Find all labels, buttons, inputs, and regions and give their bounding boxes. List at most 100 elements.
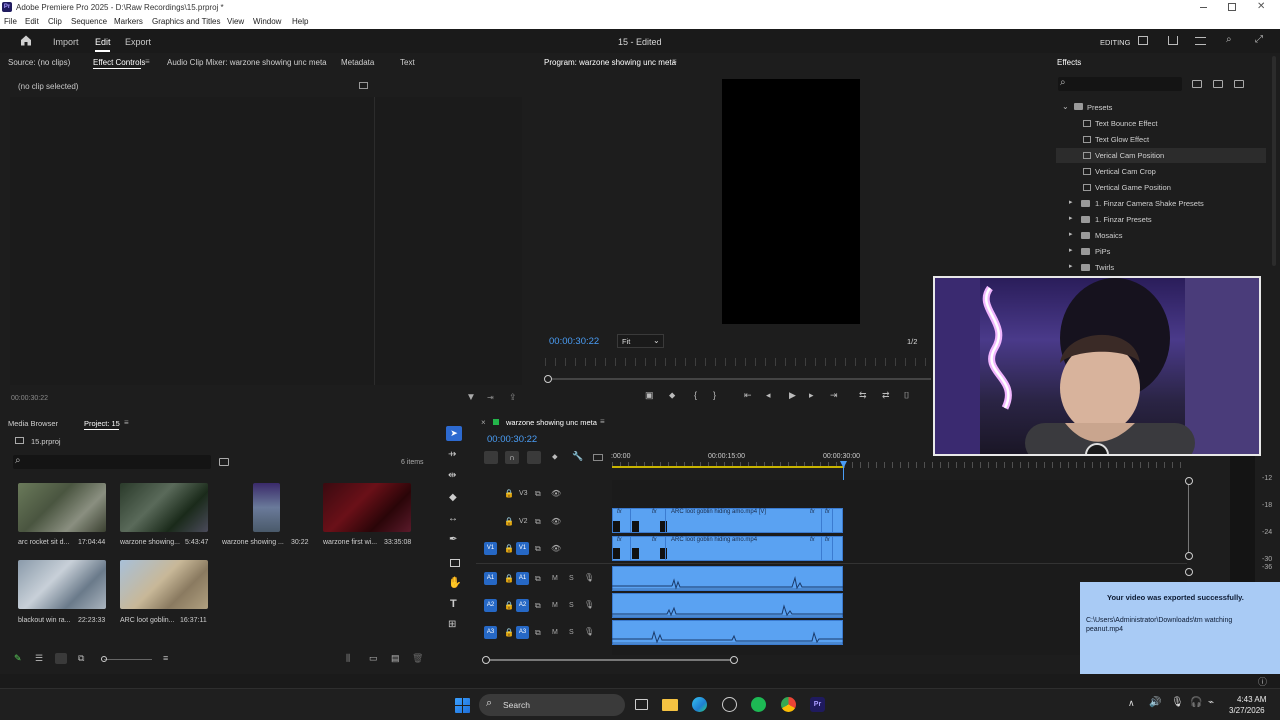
- quick-export-icon[interactable]: [1195, 37, 1206, 45]
- mark-in-icon[interactable]: {: [694, 390, 697, 400]
- task-view-icon[interactable]: [635, 699, 648, 710]
- source-patch-a3[interactable]: A3: [484, 626, 497, 639]
- home-icon[interactable]: [20, 35, 32, 46]
- chrome-icon[interactable]: [781, 697, 796, 712]
- audio-scroll-handle[interactable]: [1185, 568, 1193, 576]
- folder-chevron-icon[interactable]: ▸: [1069, 198, 1073, 206]
- program-timecode[interactable]: 00:00:30:22: [549, 336, 599, 347]
- icon-view-icon[interactable]: [55, 653, 67, 664]
- lock-icon[interactable]: 🔒: [504, 517, 514, 526]
- share-icon[interactable]: [1168, 36, 1178, 45]
- tab-source[interactable]: Source: (no clips): [8, 58, 70, 67]
- project-item-thumbnail[interactable]: [253, 483, 280, 532]
- menu-clip[interactable]: Clip: [48, 17, 62, 26]
- yuv-effects-icon[interactable]: [1234, 80, 1244, 88]
- project-item-thumbnail[interactable]: [18, 560, 106, 609]
- captions-icon[interactable]: [593, 454, 603, 461]
- taskbar-search[interactable]: ⌕ Search: [479, 694, 625, 716]
- preset-text-glow[interactable]: Text Glow Effect: [1095, 135, 1149, 144]
- fx-badge[interactable]: fx: [617, 509, 622, 515]
- microphone-icon[interactable]: 🎙: [1171, 697, 1184, 708]
- spotify-icon[interactable]: [751, 697, 766, 712]
- fullscreen-icon[interactable]: ⤢: [1255, 34, 1263, 45]
- sync-lock-icon[interactable]: ⧉: [535, 544, 541, 554]
- track-target-v1[interactable]: V1: [516, 542, 529, 555]
- filter-icon[interactable]: ▼: [466, 392, 476, 403]
- lock-icon[interactable]: 🔒: [504, 601, 514, 610]
- tab-import[interactable]: Import: [53, 37, 79, 47]
- sequence-tab[interactable]: warzone showing unc meta: [506, 418, 597, 427]
- scroll-handle-bottom[interactable]: [1185, 552, 1193, 560]
- mute-button[interactable]: M: [552, 629, 558, 636]
- steam-icon[interactable]: [722, 697, 737, 712]
- accelerated-effects-icon[interactable]: [1213, 80, 1223, 88]
- export-frame-icon[interactable]: ⌷: [904, 390, 909, 401]
- menu-markers[interactable]: Markers: [114, 17, 143, 26]
- workspaces-icon[interactable]: [1138, 36, 1148, 45]
- workspace-label[interactable]: EDITING: [1100, 38, 1130, 47]
- source-patch-a2[interactable]: A2: [484, 599, 497, 612]
- project-item-name[interactable]: ARC loot goblin...: [120, 617, 174, 624]
- info-icon[interactable]: ⓘ: [1258, 675, 1267, 688]
- chevron-up-icon[interactable]: ∧: [1128, 698, 1135, 709]
- sort-icon[interactable]: ≡: [163, 653, 168, 663]
- list-view-icon[interactable]: ☰: [35, 653, 43, 664]
- play-only-audio-icon[interactable]: ⇥: [487, 393, 494, 402]
- fx-badge[interactable]: fx: [810, 537, 815, 543]
- snap-button[interactable]: ∩: [505, 451, 519, 464]
- track-select-tool-icon[interactable]: ⇸: [448, 449, 456, 460]
- taskbar-date[interactable]: 3/27/2026: [1229, 706, 1265, 715]
- eye-icon[interactable]: 👁: [551, 544, 561, 553]
- track-target-a2[interactable]: A2: [516, 599, 529, 612]
- add-marker-icon[interactable]: ⬥: [669, 390, 675, 401]
- project-item-name[interactable]: blackout win ra...: [18, 617, 71, 624]
- caption-tool-icon[interactable]: ⊞: [448, 619, 456, 630]
- program-scrub-handle[interactable]: [544, 375, 552, 383]
- mute-button[interactable]: M: [552, 602, 558, 609]
- sync-lock-icon[interactable]: ⧉: [535, 517, 541, 527]
- new-bin-icon[interactable]: ▭: [369, 653, 378, 664]
- folder-mosaics[interactable]: Mosaics: [1095, 231, 1123, 240]
- lock-icon[interactable]: 🔒: [504, 628, 514, 637]
- zoom-slider-handle[interactable]: [101, 656, 107, 662]
- track-target-a1[interactable]: A1: [516, 572, 529, 585]
- effects-search-input[interactable]: ⌕: [1058, 77, 1182, 91]
- fx-badge[interactable]: fx: [652, 537, 657, 543]
- timeline-timecode[interactable]: 00:00:30:22: [487, 434, 537, 445]
- automate-icon[interactable]: ⫼: [346, 653, 350, 664]
- eye-icon[interactable]: 👁: [551, 489, 561, 498]
- hand-tool-icon[interactable]: ✋: [448, 576, 462, 589]
- program-monitor-title[interactable]: Program: warzone showing unc meta: [544, 58, 676, 67]
- fx-badge[interactable]: fx: [652, 509, 657, 515]
- tab-effect-controls[interactable]: Effect Controls: [93, 58, 145, 67]
- menu-window[interactable]: Window: [253, 17, 281, 26]
- export-notification[interactable]: Your video was exported successfully. C:…: [1080, 582, 1280, 674]
- step-forward-icon[interactable]: ▸: [809, 390, 814, 401]
- fx-badge[interactable]: fx: [810, 509, 815, 515]
- sequence-menu-icon[interactable]: ≡: [600, 417, 605, 426]
- extract-icon[interactable]: ⇄: [882, 390, 890, 401]
- menu-file[interactable]: File: [4, 17, 17, 26]
- folder-chevron-icon[interactable]: ▸: [1069, 262, 1073, 270]
- preset-vertical-cam-crop[interactable]: Vertical Cam Crop: [1095, 167, 1156, 176]
- close-sequence-icon[interactable]: ×: [481, 418, 486, 427]
- fx-badge[interactable]: fx: [617, 537, 622, 543]
- project-item-thumbnail[interactable]: [18, 483, 106, 532]
- track-target-a3[interactable]: A3: [516, 626, 529, 639]
- project-search-input[interactable]: ⌕: [13, 455, 211, 469]
- selection-tool-icon[interactable]: ➤: [446, 426, 462, 441]
- microphone-icon[interactable]: 🎙: [584, 600, 594, 609]
- speaker-icon[interactable]: 🔊: [1149, 697, 1161, 708]
- folder-finzar-presets[interactable]: 1. Finzar Presets: [1095, 215, 1152, 224]
- project-menu-icon[interactable]: ≡: [124, 418, 129, 427]
- presets-chevron-icon[interactable]: ⌄: [1062, 102, 1069, 111]
- resolution-dropdown[interactable]: 1/2: [907, 337, 917, 346]
- minimize-button[interactable]: [1199, 2, 1209, 12]
- effects-scrollbar[interactable]: [1272, 56, 1276, 266]
- preset-verical-cam-position[interactable]: Verical Cam Position: [1095, 151, 1164, 160]
- taskbar-time[interactable]: 4:43 AM: [1237, 695, 1266, 704]
- pencil-icon[interactable]: ✎: [14, 653, 22, 664]
- step-back-icon[interactable]: ◂: [766, 390, 771, 401]
- lock-icon[interactable]: 🔒: [504, 544, 514, 553]
- microphone-icon[interactable]: 🎙: [584, 573, 594, 582]
